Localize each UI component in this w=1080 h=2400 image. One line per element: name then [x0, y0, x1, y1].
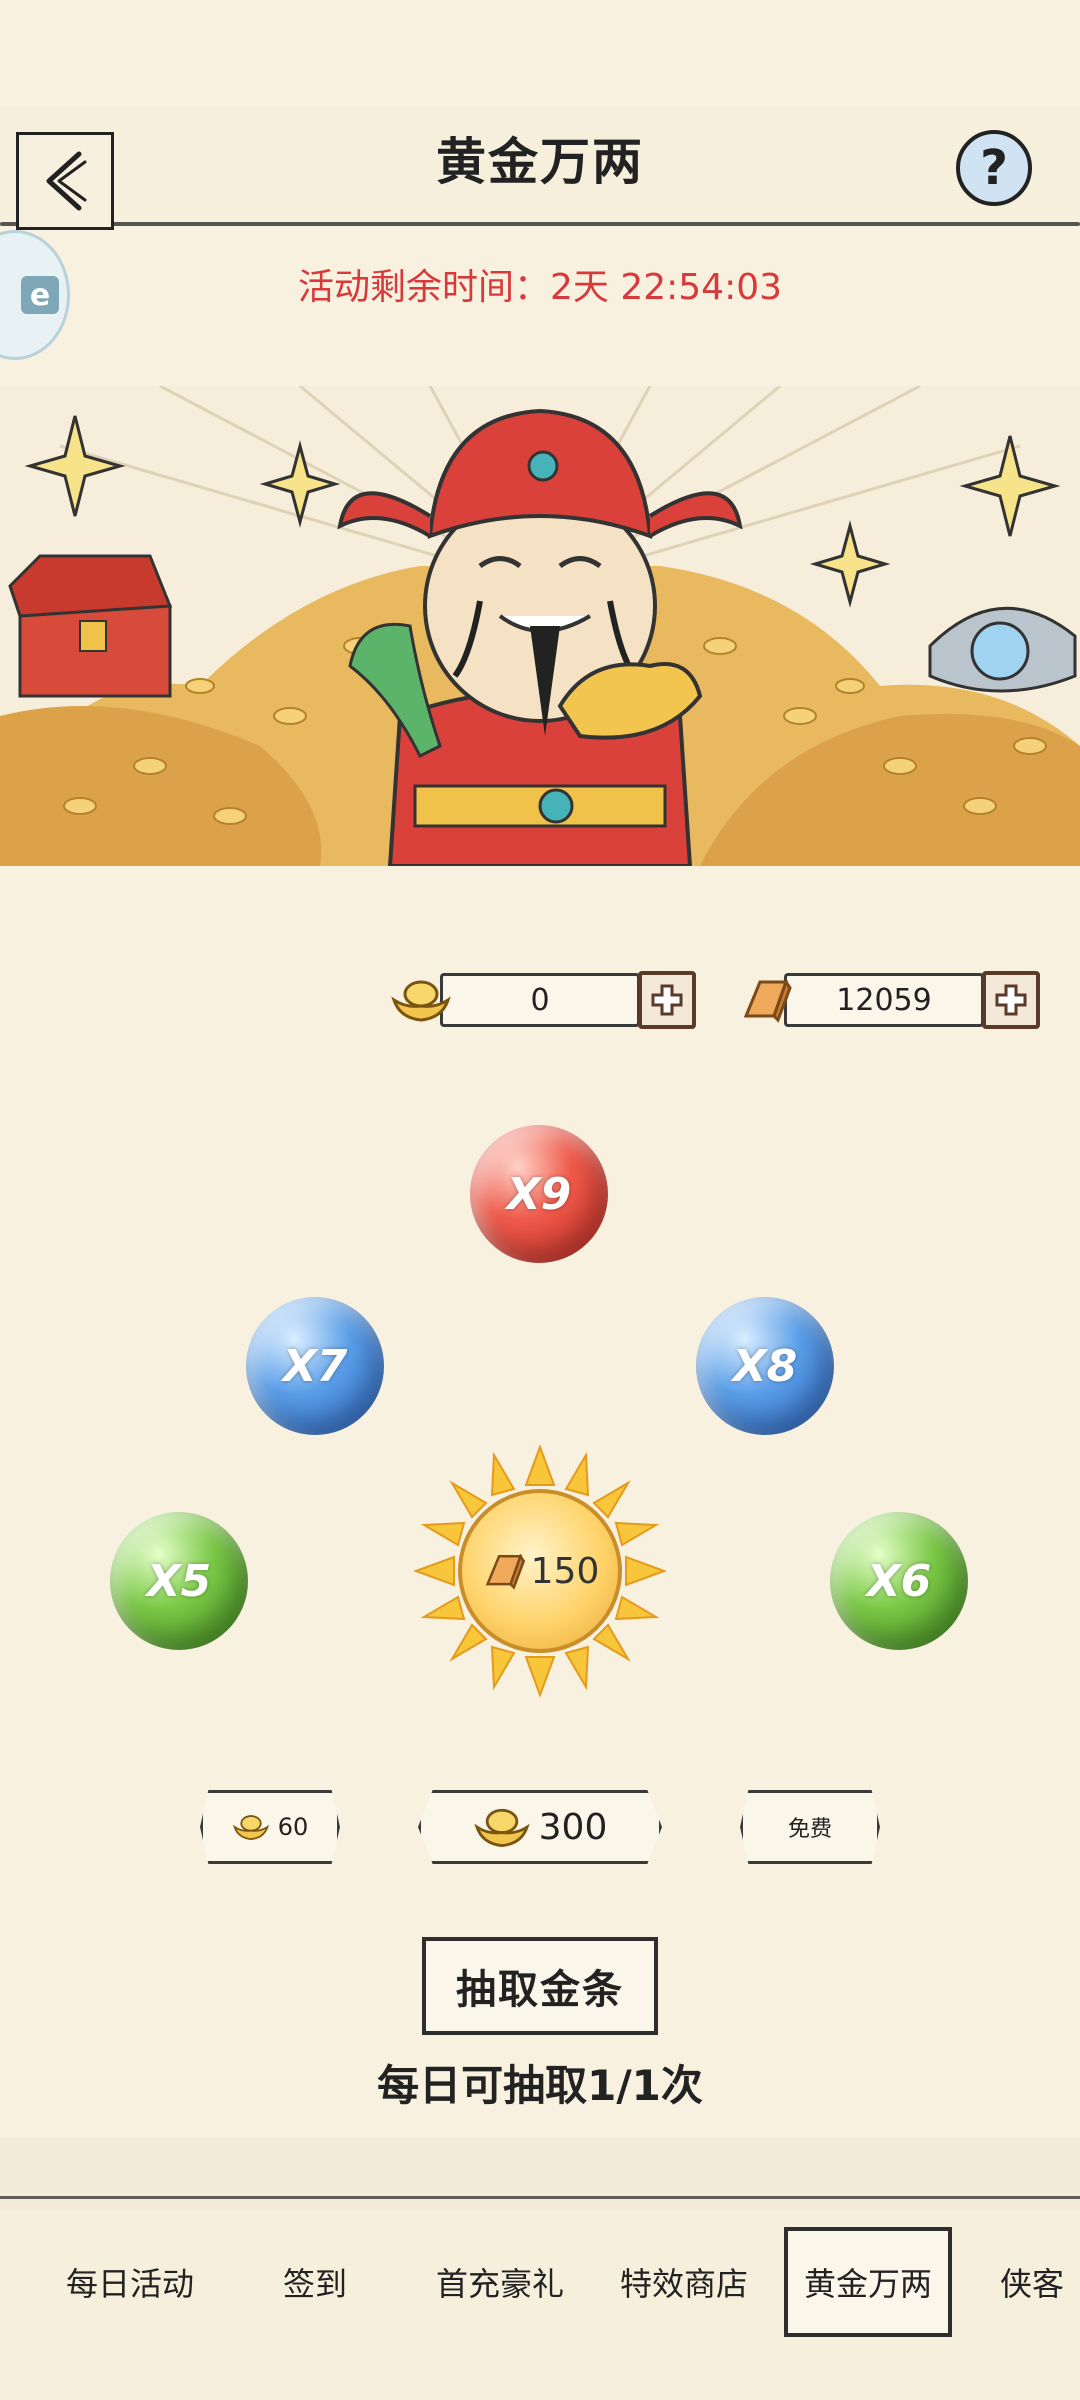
plus-icon [651, 984, 683, 1016]
multiplier-orb-x9[interactable]: X9 [470, 1125, 608, 1263]
orb-label: X9 [506, 1168, 572, 1220]
status-area [0, 0, 1080, 106]
activity-timer: 活动剩余时间：2天 22:54:03 [297, 267, 783, 308]
gold-bar-currency: 12059 [738, 970, 1040, 1030]
header-divider [0, 222, 1080, 226]
daily-draw-count: 每日可抽取1/1次 [377, 2061, 703, 2110]
god-of-wealth-banner [0, 386, 1080, 866]
multiplier-orb-x5[interactable]: X5 [110, 1512, 248, 1650]
multiplier-orb-x7[interactable]: X7 [246, 1297, 384, 1435]
bottom-band [0, 2138, 1080, 2210]
ticket-300[interactable]: 300 [418, 1790, 662, 1864]
orb-label: X5 [146, 1555, 212, 1607]
orb-label: X6 [866, 1555, 932, 1607]
orb-label: X8 [732, 1340, 798, 1392]
page-title: 黄金万两 [436, 133, 644, 191]
gold-ingot-icon [232, 1815, 269, 1841]
sun-core: 150 [458, 1489, 622, 1653]
center-sun-button[interactable]: 150 [414, 1445, 666, 1697]
tabbar-divider [0, 2196, 1080, 2199]
gold-ingot-currency: 0 [390, 970, 696, 1030]
draw-gold-bar-button[interactable]: 抽取金条 [422, 1937, 658, 2035]
add-gold-ingot-button[interactable] [638, 971, 696, 1029]
question-icon: ? [980, 140, 1008, 196]
center-cost: 150 [530, 1550, 600, 1592]
gold-bar-amount: 12059 [784, 973, 984, 1027]
tab-effect-shop[interactable]: 特效商店 [594, 2227, 774, 2337]
help-button[interactable]: ? [956, 130, 1032, 206]
gold-ingot-amount: 0 [440, 973, 640, 1027]
plus-icon [995, 984, 1027, 1016]
tab-check-in[interactable]: 签到 [225, 2227, 405, 2337]
ticket-label: 免费 [787, 1817, 832, 1842]
ticket-value: 60 [277, 1813, 309, 1841]
tab-gold-fortune[interactable]: 黄金万两 [784, 2227, 952, 2337]
orb-label: X7 [282, 1340, 348, 1392]
tab-daily-activity[interactable]: 每日活动 [40, 2227, 220, 2337]
multiplier-orb-x6[interactable]: X6 [830, 1512, 968, 1650]
gold-bar-icon [485, 1553, 525, 1590]
gold-bar-icon [743, 978, 792, 1023]
gold-ingot-icon [473, 1808, 530, 1847]
ticket-value: 300 [538, 1806, 608, 1848]
multiplier-orb-x8[interactable]: X8 [696, 1297, 834, 1435]
tab-hero[interactable]: 侠客 [1000, 2227, 1080, 2337]
gold-ingot-icon [391, 980, 451, 1022]
ticket-free[interactable]: 免费 [740, 1790, 880, 1864]
add-gold-bar-button[interactable] [982, 971, 1040, 1029]
tab-first-recharge[interactable]: 首充豪礼 [410, 2227, 590, 2337]
ticket-60[interactable]: 60 [200, 1790, 340, 1864]
